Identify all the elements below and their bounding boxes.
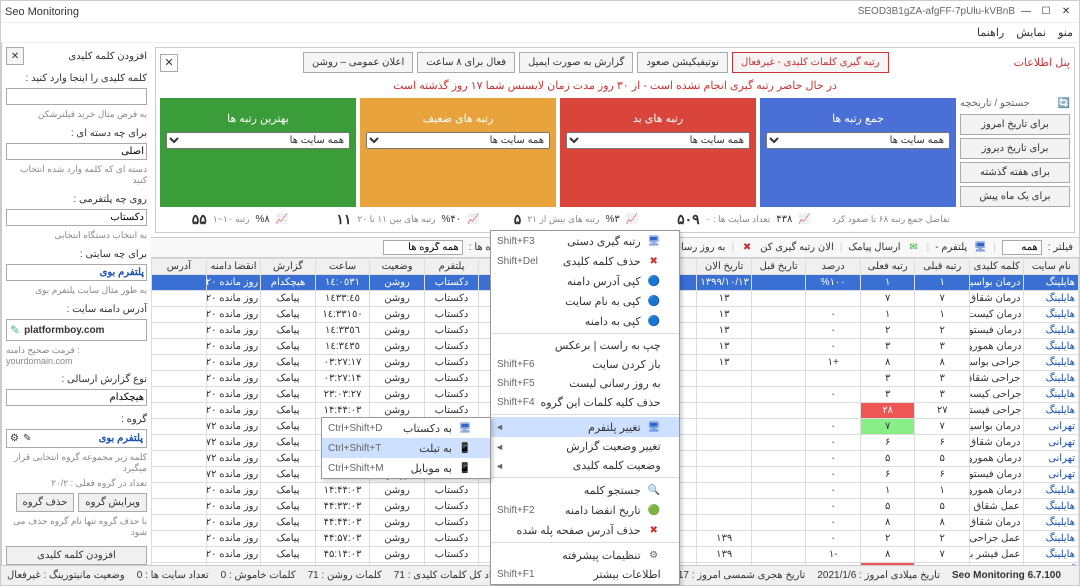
- info-title: پنل اطلاعات: [1014, 56, 1070, 69]
- info-tab[interactable]: رتبه گیری کلمات کلیدی - غیرفعال: [732, 52, 889, 73]
- menubar: منو نمایش راهنما: [1, 23, 1079, 43]
- winbtn-max[interactable]: ☐: [1037, 3, 1055, 21]
- date-range-btn[interactable]: برای تاریخ امروز: [960, 114, 1070, 135]
- stat-select[interactable]: همه سایت ها: [766, 132, 950, 149]
- context-menu-item[interactable]: 🖥رتبه گیری دستیShift+F3: [491, 231, 679, 251]
- info-tab[interactable]: اعلان عمومی – روشن: [303, 52, 413, 73]
- column-header[interactable]: تاریخ الان: [697, 259, 752, 275]
- info-tab[interactable]: نوتیفیکیشن صعود: [637, 52, 728, 73]
- date-range-btn[interactable]: برای هفته گذشته: [960, 162, 1070, 183]
- context-menu-item[interactable]: 🔵کپی به نام سایت: [491, 291, 679, 311]
- submenu-item[interactable]: 🖥به دکستابCtrl+Shift+D: [322, 418, 490, 438]
- stat-sum: جمع رتبه هاهمه سایت ها: [760, 98, 956, 207]
- license-message: در حال حاضر رتبه گیری انجام نشده است - ا…: [160, 79, 1070, 92]
- filter-input[interactable]: [1002, 240, 1042, 255]
- context-menu-item[interactable]: 🔵کپی به دامنه: [491, 311, 679, 331]
- menu-item[interactable]: راهنما: [977, 26, 1004, 39]
- date-range-btn[interactable]: برای یک ماه پیش: [960, 186, 1070, 207]
- brand-label: Seo Monitoring 6.7.100: [952, 570, 1061, 581]
- column-header[interactable]: نام سایت: [1024, 259, 1079, 275]
- context-menu-item[interactable]: اطلاعات بیشترShift+F1: [491, 565, 679, 584]
- menu-item[interactable]: منو: [1058, 26, 1073, 39]
- status-segment: کلمات روشن : 71: [308, 570, 382, 581]
- filter-label: فیلتر :: [1048, 242, 1073, 253]
- column-header[interactable]: گزارش: [261, 259, 316, 275]
- group-edit-icon[interactable]: ✎: [23, 433, 31, 444]
- edit-icon[interactable]: ✎: [10, 323, 20, 337]
- category-input[interactable]: [6, 143, 147, 160]
- delete-group-btn[interactable]: حذف گروه: [16, 493, 75, 512]
- winbtn-min[interactable]: —: [1017, 3, 1035, 21]
- column-header[interactable]: آدرس: [152, 259, 207, 275]
- stat-select[interactable]: همه سایت ها: [166, 132, 350, 149]
- window-title: Seo Monitoring: [5, 6, 858, 18]
- column-header[interactable]: پلتفرم: [424, 259, 479, 275]
- status-segment: تاریخ میلادی امروز : 2021/1/6: [817, 570, 940, 581]
- context-menu-item[interactable]: تغییر وضعیت گزارش◄: [491, 437, 679, 456]
- info-tabs: رتبه گیری کلمات کلیدی - غیرفعالنوتیفیکیش…: [303, 52, 889, 73]
- info-tab[interactable]: گزارش به صورت ایمیل: [519, 52, 633, 73]
- context-menu-item[interactable]: 🟢تاریخ انقضا دامنهShift+F2: [491, 500, 679, 520]
- context-menu-item[interactable]: حذف کلیه کلمات این گروهShift+F4: [491, 393, 679, 412]
- titlebar: ✕ ☐ — SEOD3B1gZA-afgFF-7pUlu-kVBnB Seo M…: [1, 1, 1079, 23]
- info-tab[interactable]: فعال برای ۸ ساعت: [417, 52, 515, 73]
- stat-bad: رتبه های بدهمه سایت ها: [560, 98, 756, 207]
- submenu-item[interactable]: 📱به موبایلCtrl+Shift+M: [322, 458, 490, 478]
- column-header[interactable]: درصد: [806, 259, 861, 275]
- column-header[interactable]: انقضا دامنه: [206, 259, 261, 275]
- edit-group-btn[interactable]: ویرایش گروه: [78, 493, 147, 512]
- date-range-btn[interactable]: برای تاریخ دیروز: [960, 138, 1070, 159]
- context-menu-item[interactable]: ✖حذف آدرس صفحه پله شده: [491, 520, 679, 540]
- stat-weak: رتبه های ضعیفهمه سایت ها: [360, 98, 556, 207]
- column-header[interactable]: رتبه قبلی: [915, 259, 970, 275]
- license-code: SEOD3B1gZA-afgFF-7pUlu-kVBnB: [858, 6, 1015, 17]
- info-panel: پنل اطلاعات رتبه گیری کلمات کلیدی - غیرف…: [155, 47, 1075, 233]
- context-menu-item[interactable]: ⚙تنظیمات پیشرفته: [491, 545, 679, 565]
- group-box: پلتفرم بوی✎⚙: [6, 429, 147, 448]
- panel-close-btn[interactable]: ✕: [6, 47, 24, 65]
- column-header[interactable]: رتبه فعلی: [860, 259, 915, 275]
- context-menu-item[interactable]: ✖حذف کلمه کلیدیShift+Del: [491, 251, 679, 271]
- keyword-input[interactable]: [6, 88, 147, 105]
- info-close-btn[interactable]: ✕: [160, 54, 178, 72]
- site-input[interactable]: [6, 264, 147, 281]
- report-type-input[interactable]: [6, 389, 147, 406]
- close-icon[interactable]: ✖: [740, 241, 754, 255]
- status-segment: تعداد سایت ها : 0: [137, 570, 209, 581]
- date-buttons: 🔄جستجو / تاریخچه برای تاریخ امروزبرای تا…: [960, 98, 1070, 207]
- stat-best: بهترین رتبه هاهمه سایت ها: [160, 98, 356, 207]
- stat-select[interactable]: همه سایت ها: [366, 132, 550, 149]
- group-input[interactable]: [383, 240, 463, 255]
- status-segment: کلمات خاموش : 0: [221, 570, 296, 581]
- context-menu-item[interactable]: به روز رسانی لیستShift+F5: [491, 374, 679, 393]
- column-header[interactable]: تاریخ قبل: [751, 259, 806, 275]
- add-keyword-btn[interactable]: افزودن کلمه کلیدی: [6, 546, 147, 565]
- domain-box: ✎platformboy.com: [6, 319, 147, 341]
- context-menu-item[interactable]: چپ به راست | برعکس: [491, 336, 679, 355]
- menu-item[interactable]: نمایش: [1016, 26, 1046, 39]
- refresh-icon[interactable]: 🔄: [1058, 98, 1070, 109]
- status-segment: تعداد کل کلمات کلیدی : 71: [394, 570, 505, 581]
- context-menu-item[interactable]: 🔵کپی آدرس دامنه: [491, 271, 679, 291]
- status-segment: وضعیت مانیتورینگ : غیرفعال: [7, 570, 125, 581]
- group-gear-icon[interactable]: ⚙: [10, 433, 19, 444]
- rank-now-btn[interactable]: الان رتبه گیری کن: [760, 242, 834, 253]
- submenu-item[interactable]: 📱به تبلتCtrl+Shift+T: [322, 438, 490, 458]
- context-menu[interactable]: 🖥رتبه گیری دستیShift+F3✖حذف کلمه کلیدیSh…: [490, 230, 680, 585]
- column-header[interactable]: ساعت: [315, 259, 370, 275]
- platform-input[interactable]: [6, 209, 147, 226]
- column-header[interactable]: وضعیت: [370, 259, 425, 275]
- right-panel: افزودن کلمه کلیدی✕ کلمه کلیدی را اینجا و…: [1, 43, 151, 565]
- context-menu-item[interactable]: باز کردن سایتShift+F6: [491, 355, 679, 374]
- sms-icon: ✉: [907, 241, 921, 255]
- panel-title: افزودن کلمه کلیدی: [68, 51, 147, 62]
- column-header[interactable]: کلمه کلیدی: [969, 259, 1024, 275]
- context-menu-item[interactable]: 🔍جستجو کلمه: [491, 480, 679, 500]
- stat-select[interactable]: همه سایت ها: [566, 132, 750, 149]
- context-menu-item[interactable]: وضعیت کلمه کلیدی◄: [491, 456, 679, 475]
- desktop-icon: 🖥: [973, 241, 987, 255]
- submenu: 🖥به دکستابCtrl+Shift+D📱به تبلتCtrl+Shift…: [321, 417, 491, 479]
- winbtn-close[interactable]: ✕: [1057, 3, 1075, 21]
- context-menu-item[interactable]: 🖥تغییر پلتفرم◄🖥به دکستابCtrl+Shift+D📱به …: [491, 417, 679, 437]
